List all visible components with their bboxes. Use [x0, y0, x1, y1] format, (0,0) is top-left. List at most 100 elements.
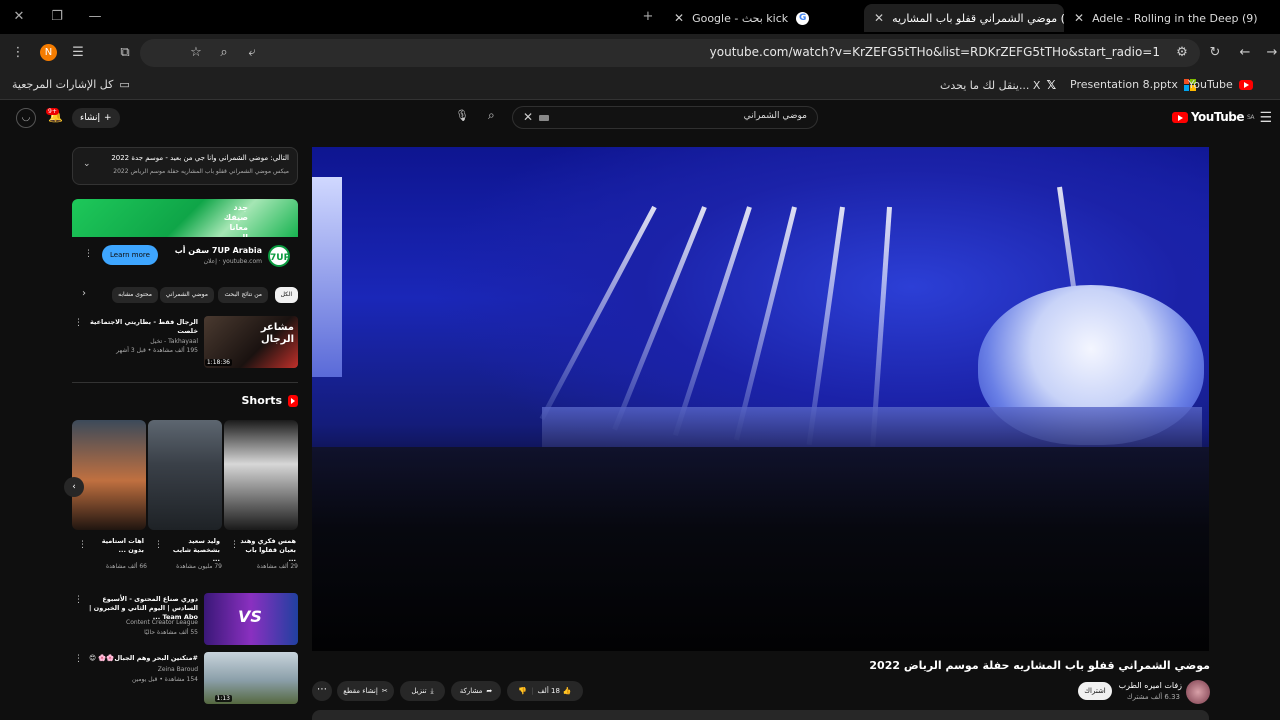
- tab-youtube-active[interactable]: (9) موضي الشمراني قفلو باب المشاريه ✕: [864, 4, 1064, 32]
- reco-meta: 195 ألف مشاهدة • قبل 3 أشهر: [116, 347, 198, 354]
- tab-title: Adele - Rolling in the Deep (9): [1092, 11, 1258, 25]
- bookmark-x[interactable]: ينقل لك ما يحدث... X 𝕏: [940, 78, 1056, 92]
- like-button[interactable]: 👍 18 ألف: [537, 687, 571, 695]
- shorts-icon: [288, 394, 298, 407]
- bookmark-youtube[interactable]: YouTube: [1188, 78, 1253, 91]
- zoom-icon[interactable]: ⌕: [214, 43, 234, 63]
- reco-title: الرجال فقط - بطاريتي الاجتماعية خلصت: [90, 318, 198, 335]
- ad-banner-image[interactable]: جدد صيفك معانا الحين: [72, 199, 298, 237]
- close-tab-icon[interactable]: ✕: [674, 11, 684, 25]
- notification-badge: 9+: [46, 108, 59, 115]
- menu-dots-icon[interactable]: ⋮: [8, 43, 28, 63]
- shorts-heading: Shorts: [241, 394, 298, 407]
- thumbs-down-icon[interactable]: 👎: [518, 687, 527, 695]
- voice-search-icon[interactable]: 🎙: [452, 106, 472, 126]
- reco-menu-icon[interactable]: ⋮: [74, 318, 83, 328]
- concert-stage: [542, 407, 1202, 447]
- plus-icon: +: [104, 113, 112, 123]
- channel-name[interactable]: زفات اميره الطرب: [1119, 681, 1182, 690]
- download-icon: ⤓: [430, 686, 434, 695]
- chip-all[interactable]: الكل: [274, 287, 298, 303]
- short-title: وليد سعيد بشخصية شايب ...: [172, 537, 220, 563]
- address-bar[interactable]: ☆ ⌕ ⤶ youtube.com/watch?v=KrZEFG5tTHo&li…: [140, 39, 1200, 67]
- ad-menu-icon[interactable]: ⋮: [84, 249, 93, 259]
- reco-menu-icon[interactable]: ⋮: [74, 595, 83, 605]
- browser-toolbar: ⋮ N ☰ ⧉ ◆ ☆ ⌕ ⤶ youtube.com/watch?v=KrZE…: [0, 34, 1280, 72]
- ad-brand-logo[interactable]: 7UP: [268, 245, 290, 267]
- short-menu-icon[interactable]: ⋮: [154, 540, 163, 550]
- tab-adele[interactable]: Adele - Rolling in the Deep (9) ✕: [1064, 4, 1264, 32]
- google-icon: G: [796, 11, 810, 25]
- install-app-icon[interactable]: ⤶: [242, 43, 262, 63]
- search-icon[interactable]: ⌕: [488, 108, 495, 123]
- reco-meta: 154 مشاهدة • قبل يومين: [131, 676, 198, 683]
- close-window-icon[interactable]: ✕: [6, 6, 32, 28]
- account-avatar[interactable]: ◡: [16, 108, 36, 128]
- forward-icon[interactable]: →: [1262, 43, 1280, 63]
- keyboard-icon[interactable]: [539, 115, 549, 121]
- youtube-logo[interactable]: YouTube SA: [1171, 110, 1255, 124]
- more-actions-icon[interactable]: ⋯: [312, 681, 332, 701]
- bookmarks-bar: كل الإشارات المرجعية ▭ ينقل لك ما يحدث..…: [0, 72, 1280, 100]
- mix-playlist-header[interactable]: التالي: موضي الشمراني وانا جي من بعيد - …: [72, 147, 298, 185]
- clip-button[interactable]: ✂ إنشاء مقطع: [337, 681, 394, 701]
- chip-from-search[interactable]: من نتائج البحث: [218, 287, 268, 303]
- list-item[interactable]: مشاعر الرجال 1:18:36 الرجال فقط - بطاريت…: [72, 316, 298, 370]
- bookmark-presentation[interactable]: Presentation 8.pptx: [1070, 78, 1196, 91]
- create-button[interactable]: إنشاء +: [72, 108, 120, 128]
- tab-title: kick بحث - Google: [692, 11, 789, 25]
- short-menu-icon[interactable]: ⋮: [78, 540, 87, 550]
- new-tab-button[interactable]: +: [635, 6, 661, 28]
- learn-more-button[interactable]: Learn more: [102, 245, 158, 265]
- chip-artist[interactable]: موضي الشمراني: [159, 287, 214, 303]
- extensions-icon[interactable]: ⧉: [115, 43, 135, 63]
- reading-list-icon[interactable]: ☰: [68, 43, 88, 63]
- maximize-window-icon[interactable]: ❐: [44, 6, 70, 28]
- short-menu-icon[interactable]: ⋮: [230, 540, 239, 550]
- search-input[interactable]: ✕ موضي الشمراني: [512, 106, 818, 129]
- short-thumbnail[interactable]: [148, 420, 222, 530]
- clear-search-icon[interactable]: ✕: [523, 110, 533, 124]
- search-query: موضي الشمراني: [743, 111, 807, 121]
- tab-google-search[interactable]: G kick بحث - Google ✕: [664, 4, 864, 32]
- short-title: همس فكري وهند بعيان قفلوا باب ...: [240, 537, 296, 563]
- site-settings-icon[interactable]: ⚙: [1172, 43, 1192, 63]
- list-item[interactable]: 1:13 #متكنين البحر وهم الجبال🌸🌸 😊 Zeina …: [72, 652, 298, 706]
- channel-avatar[interactable]: [1186, 680, 1210, 704]
- chevron-right-icon[interactable]: ›: [82, 288, 86, 299]
- minimize-window-icon[interactable]: —: [82, 6, 108, 28]
- short-thumbnail[interactable]: [224, 420, 298, 530]
- create-label: إنشاء: [80, 113, 101, 123]
- guide-menu-icon[interactable]: ☰: [1259, 110, 1272, 126]
- playlist-subtitle: ميكس موضي الشمراني قفلو باب المشاريه حفل…: [113, 168, 289, 175]
- close-tab-icon[interactable]: ✕: [874, 11, 884, 25]
- download-button[interactable]: ⤓ تنزيل: [400, 681, 445, 701]
- video-player[interactable]: [312, 147, 1209, 651]
- youtube-header: ◡ 🔔 9+ إنشاء + 🎙 ⌕ ✕ موضي الشمراني YouTu…: [0, 100, 1280, 136]
- video-thumbnail[interactable]: VS: [204, 593, 298, 645]
- ad-brand-name: 7UP Arabia سفن أب: [174, 246, 262, 255]
- chevron-down-icon[interactable]: ⌄: [83, 159, 91, 169]
- reco-meta: 55 ألف مشاهدة حاليًا: [144, 629, 198, 636]
- description-box[interactable]: [312, 710, 1209, 720]
- back-icon[interactable]: ←: [1235, 43, 1255, 63]
- reload-icon[interactable]: ↻: [1205, 43, 1225, 63]
- list-item[interactable]: VS دوري صناع المحتوى - الأسبوع السادس | …: [72, 593, 298, 647]
- chevron-left-icon[interactable]: ‹: [64, 477, 84, 497]
- bookmark-star-icon[interactable]: ☆: [186, 43, 206, 63]
- close-tab-icon[interactable]: ✕: [1074, 11, 1084, 25]
- reco-channel: Content Creator League: [126, 619, 198, 626]
- url-text: youtube.com/watch?v=KrZEFG5tTHo&list=RDK…: [709, 45, 1160, 59]
- subscribe-button[interactable]: اشتراك: [1078, 682, 1112, 700]
- short-thumbnail[interactable]: [72, 420, 146, 530]
- divider: [72, 382, 298, 383]
- chip-similar[interactable]: محتوى مشابه: [112, 287, 158, 303]
- all-bookmarks-folder[interactable]: كل الإشارات المرجعية ▭: [12, 78, 130, 91]
- share-button[interactable]: ➦ مشاركة: [451, 681, 501, 701]
- profile-avatar[interactable]: N: [40, 44, 57, 61]
- reco-menu-icon[interactable]: ⋮: [74, 654, 83, 664]
- youtube-icon: [1238, 79, 1253, 90]
- video-title: موضي الشمراني قفلو باب المشاريه حفلة موس…: [869, 659, 1210, 672]
- x-icon: 𝕏: [1046, 78, 1057, 92]
- short-title: اهات استامية بدون ...: [101, 537, 144, 554]
